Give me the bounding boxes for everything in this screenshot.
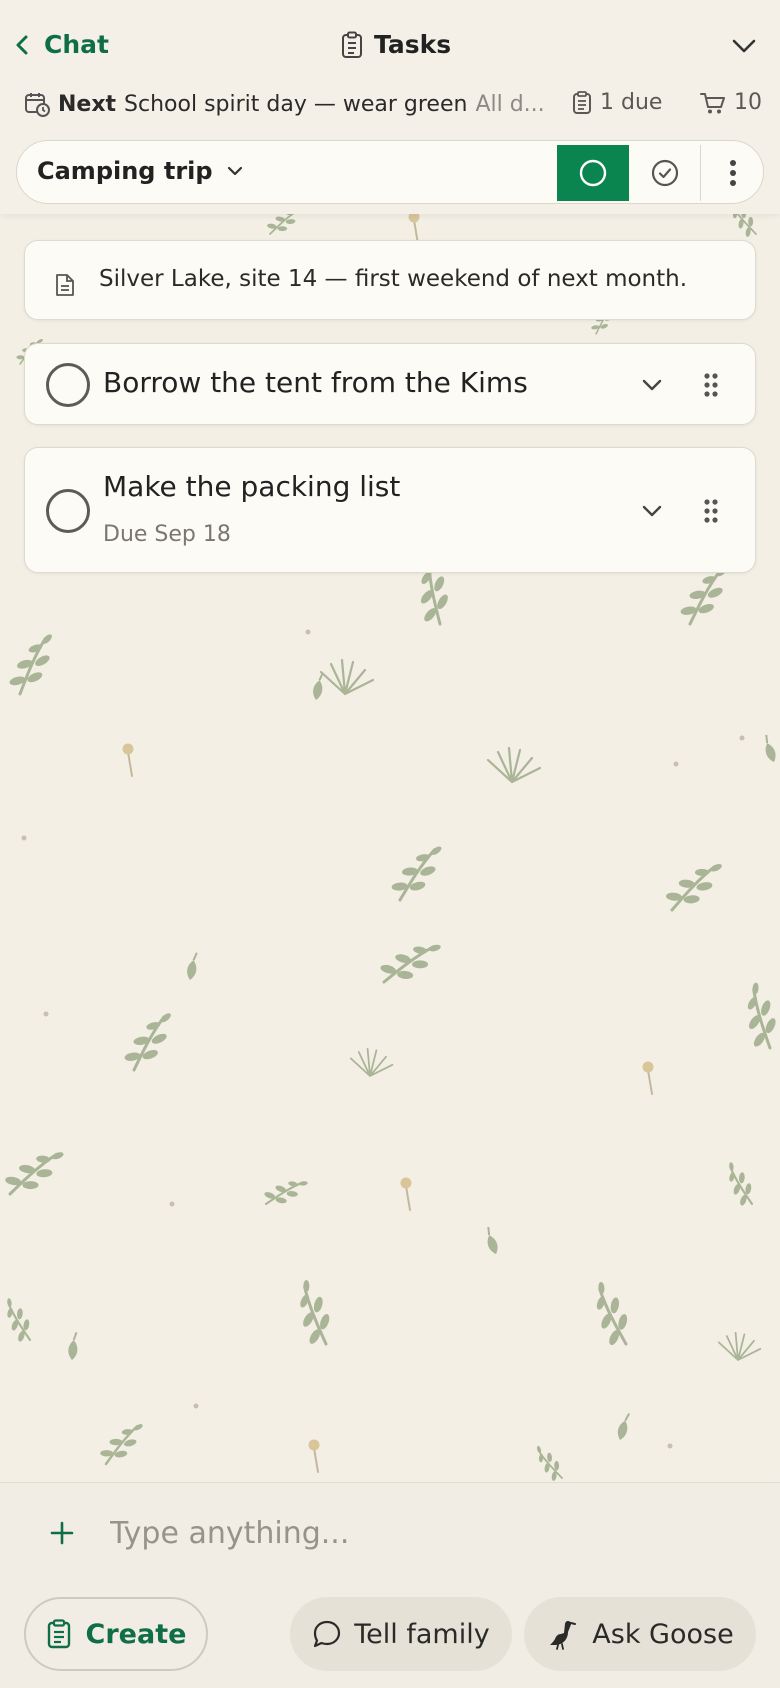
drag-handle-icon[interactable] xyxy=(703,372,719,398)
calendar-clock-icon xyxy=(25,93,50,117)
task-checkbox[interactable] xyxy=(46,363,90,407)
clipboard-icon xyxy=(573,90,591,114)
due-tasks-indicator[interactable]: 1 due xyxy=(572,90,662,115)
chevron-down-icon[interactable] xyxy=(641,378,663,392)
tell-family-label: Tell family xyxy=(354,1618,490,1650)
chevron-down-icon[interactable] xyxy=(641,504,663,518)
tell-family-button[interactable]: Tell family xyxy=(290,1597,512,1671)
chevron-left-icon xyxy=(16,35,28,54)
task-title: Borrow the tent from the Kims xyxy=(103,366,528,399)
cart-count: 10 xyxy=(734,90,762,115)
next-event-text[interactable]: School spirit day — wear green xyxy=(124,92,467,117)
clipboard-icon xyxy=(342,31,362,58)
list-name: Camping trip xyxy=(37,157,213,185)
info-bar: Next School spirit day — wear green All … xyxy=(24,84,764,124)
shopping-cart-indicator[interactable]: 10 xyxy=(700,90,762,115)
page-title: Tasks xyxy=(340,30,451,59)
app-header: Chat Tasks Next School spirit day — wear… xyxy=(0,0,780,214)
task-row[interactable]: Make the packing list Due Sep 18 xyxy=(24,447,756,573)
note-text: Silver Lake, site 14 — first weekend of … xyxy=(99,266,688,292)
create-label: Create xyxy=(85,1618,187,1650)
task-title: Make the packing list xyxy=(103,470,401,503)
task-row[interactable]: Borrow the tent from the Kims xyxy=(24,343,756,425)
goose-icon xyxy=(550,1621,577,1650)
list-toolbar: Camping trip xyxy=(16,140,764,204)
top-bar: Chat Tasks xyxy=(0,20,780,76)
chat-bubble-icon xyxy=(314,1620,341,1648)
filter-open-button[interactable] xyxy=(557,145,629,201)
next-event-time: All d... xyxy=(475,91,545,117)
chevron-down-icon xyxy=(227,166,242,176)
document-icon xyxy=(56,274,74,296)
back-to-chat-button[interactable]: Chat xyxy=(14,30,109,59)
plus-icon[interactable] xyxy=(48,1519,76,1547)
back-label: Chat xyxy=(44,30,109,59)
task-due-date: Due Sep 18 xyxy=(103,522,231,547)
circle-icon xyxy=(579,159,607,187)
next-event-label[interactable]: Next xyxy=(58,92,116,117)
clipboard-icon xyxy=(47,1619,70,1649)
task-checkbox[interactable] xyxy=(46,489,90,533)
ask-goose-button[interactable]: Ask Goose xyxy=(524,1597,756,1671)
chevron-down-icon[interactable] xyxy=(730,36,758,56)
composer: Create Tell family Ask Goose xyxy=(0,1482,780,1688)
ask-goose-label: Ask Goose xyxy=(592,1618,734,1650)
more-options-button[interactable] xyxy=(703,145,763,201)
filter-completed-button[interactable] xyxy=(629,145,701,201)
list-note-card[interactable]: Silver Lake, site 14 — first weekend of … xyxy=(24,240,756,320)
check-circle-icon xyxy=(651,159,678,187)
create-button[interactable]: Create xyxy=(24,1597,208,1671)
message-input[interactable] xyxy=(110,1507,730,1559)
list-selector[interactable]: Camping trip xyxy=(37,157,243,185)
due-count: 1 due xyxy=(600,90,663,115)
cart-icon xyxy=(700,92,725,113)
drag-handle-icon[interactable] xyxy=(703,498,719,524)
page-title-text: Tasks xyxy=(374,30,452,59)
kebab-menu-icon xyxy=(730,160,736,186)
